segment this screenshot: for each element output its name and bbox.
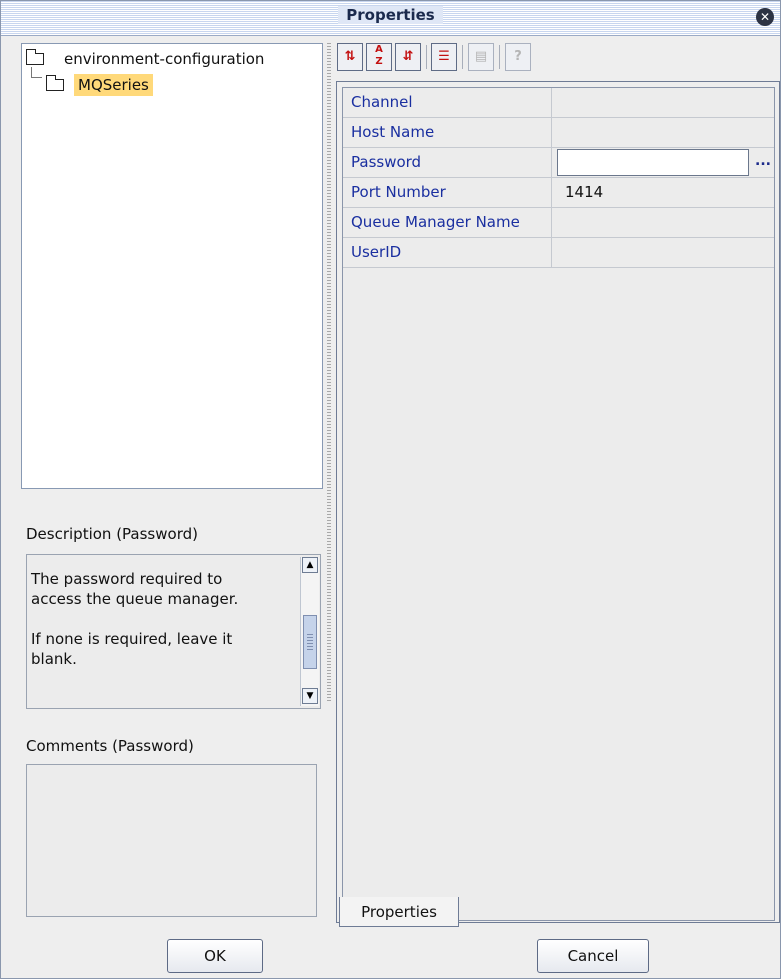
dialog-title: Properties: [338, 6, 443, 24]
property-row-port-number[interactable]: Port Number 1414: [343, 178, 774, 208]
property-name: Password: [343, 148, 552, 177]
property-row-userid[interactable]: UserID: [343, 238, 774, 268]
description-text: The password required to access the queu…: [31, 570, 239, 668]
checklist-icon[interactable]: ☰: [431, 43, 457, 71]
config-tree[interactable]: environment-configuration MQSeries: [21, 43, 323, 489]
toolbar-separator: [499, 45, 500, 69]
property-row-password[interactable]: Password ...: [343, 148, 774, 178]
folder-icon: [45, 75, 64, 91]
property-row-channel[interactable]: Channel: [343, 88, 774, 118]
toolbar-separator: [426, 45, 427, 69]
categorize-icon[interactable]: ⇅: [337, 43, 363, 71]
comments-label: Comments (Password): [26, 737, 194, 755]
property-value[interactable]: [557, 238, 774, 267]
splitter-handle[interactable]: [327, 43, 331, 703]
property-value[interactable]: [557, 208, 774, 237]
description-label: Description (Password): [26, 525, 198, 543]
properties-panel: Channel Host Name Password ... Port Numb…: [336, 81, 780, 923]
description-box: The password required to access the queu…: [26, 554, 321, 709]
property-name: UserID: [343, 238, 552, 267]
ellipsis-button[interactable]: ...: [753, 150, 773, 175]
sort-alpha-icon[interactable]: AZ: [366, 43, 392, 71]
tree-node-mqseries[interactable]: MQSeries: [45, 74, 153, 96]
scroll-up-icon[interactable]: ▲: [302, 557, 318, 573]
property-value[interactable]: 1414: [557, 178, 774, 207]
close-icon[interactable]: ✕: [756, 8, 774, 26]
description-scrollbar[interactable]: ▲ ▼: [300, 557, 319, 706]
cancel-button[interactable]: Cancel: [537, 939, 649, 973]
tab-properties[interactable]: Properties: [339, 897, 459, 927]
scroll-thumb[interactable]: [303, 615, 317, 669]
help-icon[interactable]: ?: [505, 43, 531, 71]
title-bar[interactable]: Properties ✕: [1, 1, 780, 36]
property-name: Port Number: [343, 178, 552, 207]
panel-icon[interactable]: ▤: [468, 43, 494, 71]
properties-dialog: Properties ✕ environment-configuration M…: [0, 0, 781, 979]
property-row-queue-manager-name[interactable]: Queue Manager Name: [343, 208, 774, 238]
comments-field[interactable]: [26, 764, 317, 917]
tree-node-root[interactable]: environment-configuration: [25, 48, 265, 70]
property-value[interactable]: [557, 88, 774, 117]
property-sheet: Channel Host Name Password ... Port Numb…: [342, 87, 775, 921]
property-name: Host Name: [343, 118, 552, 147]
toolbar-separator: [462, 45, 463, 69]
property-row-host-name[interactable]: Host Name: [343, 118, 774, 148]
folder-icon: [25, 49, 44, 65]
sort-icon[interactable]: ⇵: [395, 43, 421, 71]
property-value[interactable]: [557, 118, 774, 147]
property-name: Channel: [343, 88, 552, 117]
ok-button[interactable]: OK: [167, 939, 263, 973]
tree-connector: [31, 67, 42, 78]
scroll-down-icon[interactable]: ▼: [302, 688, 318, 704]
tree-node-root-label: environment-configuration: [64, 50, 265, 68]
tree-node-mqseries-label: MQSeries: [74, 74, 153, 96]
property-name: Queue Manager Name: [343, 208, 552, 237]
password-input[interactable]: [557, 149, 749, 176]
